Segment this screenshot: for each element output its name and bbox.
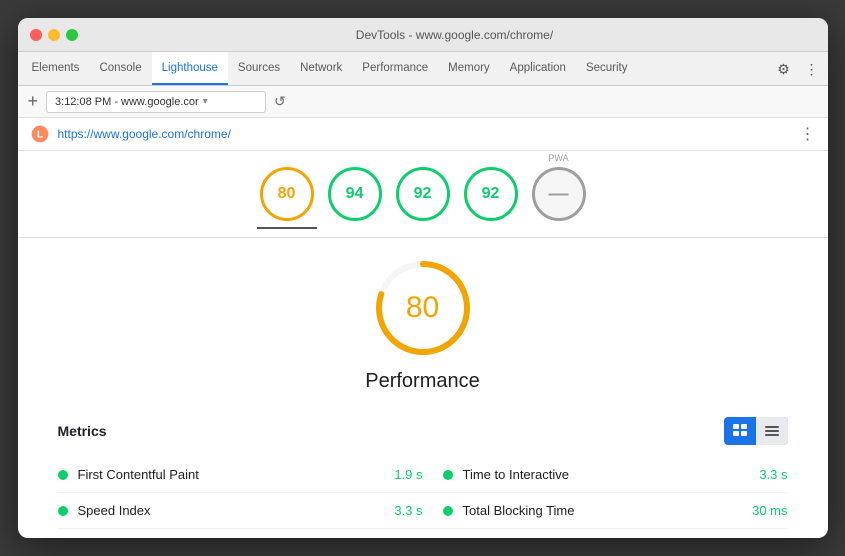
tbt-dot <box>443 506 453 516</box>
fcp-label: First Contentful Paint <box>78 467 385 482</box>
si-dot <box>58 506 68 516</box>
tab-console[interactable]: Console <box>89 52 151 85</box>
score-tabs: 80 94 92 92 <box>18 151 828 238</box>
devtools-window: DevTools - www.google.com/chrome/ Elemen… <box>18 18 828 538</box>
lighthouse-panel: L https://www.google.com/chrome/ ⋮ 80 94 <box>18 118 828 538</box>
tab-application[interactable]: Application <box>500 52 576 85</box>
more-options-icon[interactable]: ⋮ <box>800 57 824 81</box>
score-tab-pwa[interactable]: PWA — <box>529 167 589 229</box>
minimize-button[interactable] <box>48 29 60 41</box>
lighthouse-main: 80 Performance Metrics <box>18 238 828 538</box>
score-circle-pwa: — <box>532 167 586 221</box>
grid-view-icon <box>732 423 748 439</box>
url-dropdown-icon: ▾ <box>203 96 208 107</box>
metrics-grid: First Contentful Paint 1.9 s Time to Int… <box>58 457 788 538</box>
score-circle-92b: 92 <box>464 167 518 221</box>
fcp-value: 1.9 s <box>394 467 422 482</box>
tab-network[interactable]: Network <box>290 52 352 85</box>
close-button[interactable] <box>30 29 42 41</box>
lighthouse-icon: L <box>30 124 50 144</box>
tab-elements[interactable]: Elements <box>22 52 90 85</box>
tab-performance[interactable]: Performance <box>352 52 438 85</box>
pwa-label: PWA <box>548 153 568 163</box>
svg-text:L: L <box>36 129 42 140</box>
performance-section-title: Performance <box>365 370 480 393</box>
big-score-number: 80 <box>406 291 439 325</box>
grid-view-button[interactable] <box>724 417 756 445</box>
window-title: DevTools - www.google.com/chrome/ <box>94 28 816 42</box>
tti-dot <box>443 470 453 480</box>
tab-memory[interactable]: Memory <box>438 52 500 85</box>
metric-lcp: Largest Contentful Paint 4.8 s <box>58 529 423 538</box>
traffic-lights <box>30 29 78 41</box>
gear-icon[interactable]: ⚙ <box>772 57 796 81</box>
metrics-label: Metrics <box>58 423 724 439</box>
tab-sources[interactable]: Sources <box>228 52 290 85</box>
url-text: 3:12:08 PM - www.google.cor <box>55 96 199 108</box>
url-bar[interactable]: 3:12:08 PM - www.google.cor ▾ <box>46 91 266 113</box>
tab-lighthouse[interactable]: Lighthouse <box>152 52 228 85</box>
list-view-button[interactable] <box>756 417 788 445</box>
new-tab-button[interactable]: + <box>28 91 39 112</box>
score-circle-92a: 92 <box>396 167 450 221</box>
metrics-header: Metrics <box>58 417 788 445</box>
big-score-circle: 80 <box>373 258 473 358</box>
score-tab-2[interactable]: 94 <box>325 167 385 229</box>
lighthouse-menu-icon[interactable]: ⋮ <box>800 124 816 144</box>
devtools-actions: ⚙ ⋮ <box>772 57 824 85</box>
view-toggle <box>724 417 788 445</box>
tti-label: Time to Interactive <box>463 467 750 482</box>
tbt-value: 30 ms <box>752 503 787 518</box>
address-bar: + 3:12:08 PM - www.google.cor ▾ ↺ <box>18 86 828 118</box>
list-view-icon <box>764 423 780 439</box>
tti-value: 3.3 s <box>759 467 787 482</box>
metric-si: Speed Index 3.3 s <box>58 493 423 529</box>
lighthouse-url-bar: L https://www.google.com/chrome/ ⋮ <box>18 118 828 151</box>
devtools-tab-bar: Elements Console Lighthouse Sources Netw… <box>18 52 828 86</box>
fcp-dot <box>58 470 68 480</box>
score-tab-4[interactable]: 92 <box>461 167 521 229</box>
tbt-label: Total Blocking Time <box>463 503 743 518</box>
si-label: Speed Index <box>78 503 385 518</box>
metric-fcp: First Contentful Paint 1.9 s <box>58 457 423 493</box>
score-tab-3[interactable]: 92 <box>393 167 453 229</box>
metric-cls: Cumulative Layout Shift 0 <box>423 529 788 538</box>
si-value: 3.3 s <box>394 503 422 518</box>
refresh-icon[interactable]: ↺ <box>274 93 286 110</box>
score-circle-80: 80 <box>260 167 314 221</box>
metric-tbt: Total Blocking Time 30 ms <box>423 493 788 529</box>
tab-security[interactable]: Security <box>576 52 638 85</box>
lighthouse-url: https://www.google.com/chrome/ <box>58 127 231 141</box>
maximize-button[interactable] <box>66 29 78 41</box>
performance-score-section: 80 Performance <box>58 258 788 393</box>
metric-tti: Time to Interactive 3.3 s <box>423 457 788 493</box>
title-bar: DevTools - www.google.com/chrome/ <box>18 18 828 52</box>
score-circle-94: 94 <box>328 167 382 221</box>
score-tab-performance[interactable]: 80 <box>257 167 317 229</box>
